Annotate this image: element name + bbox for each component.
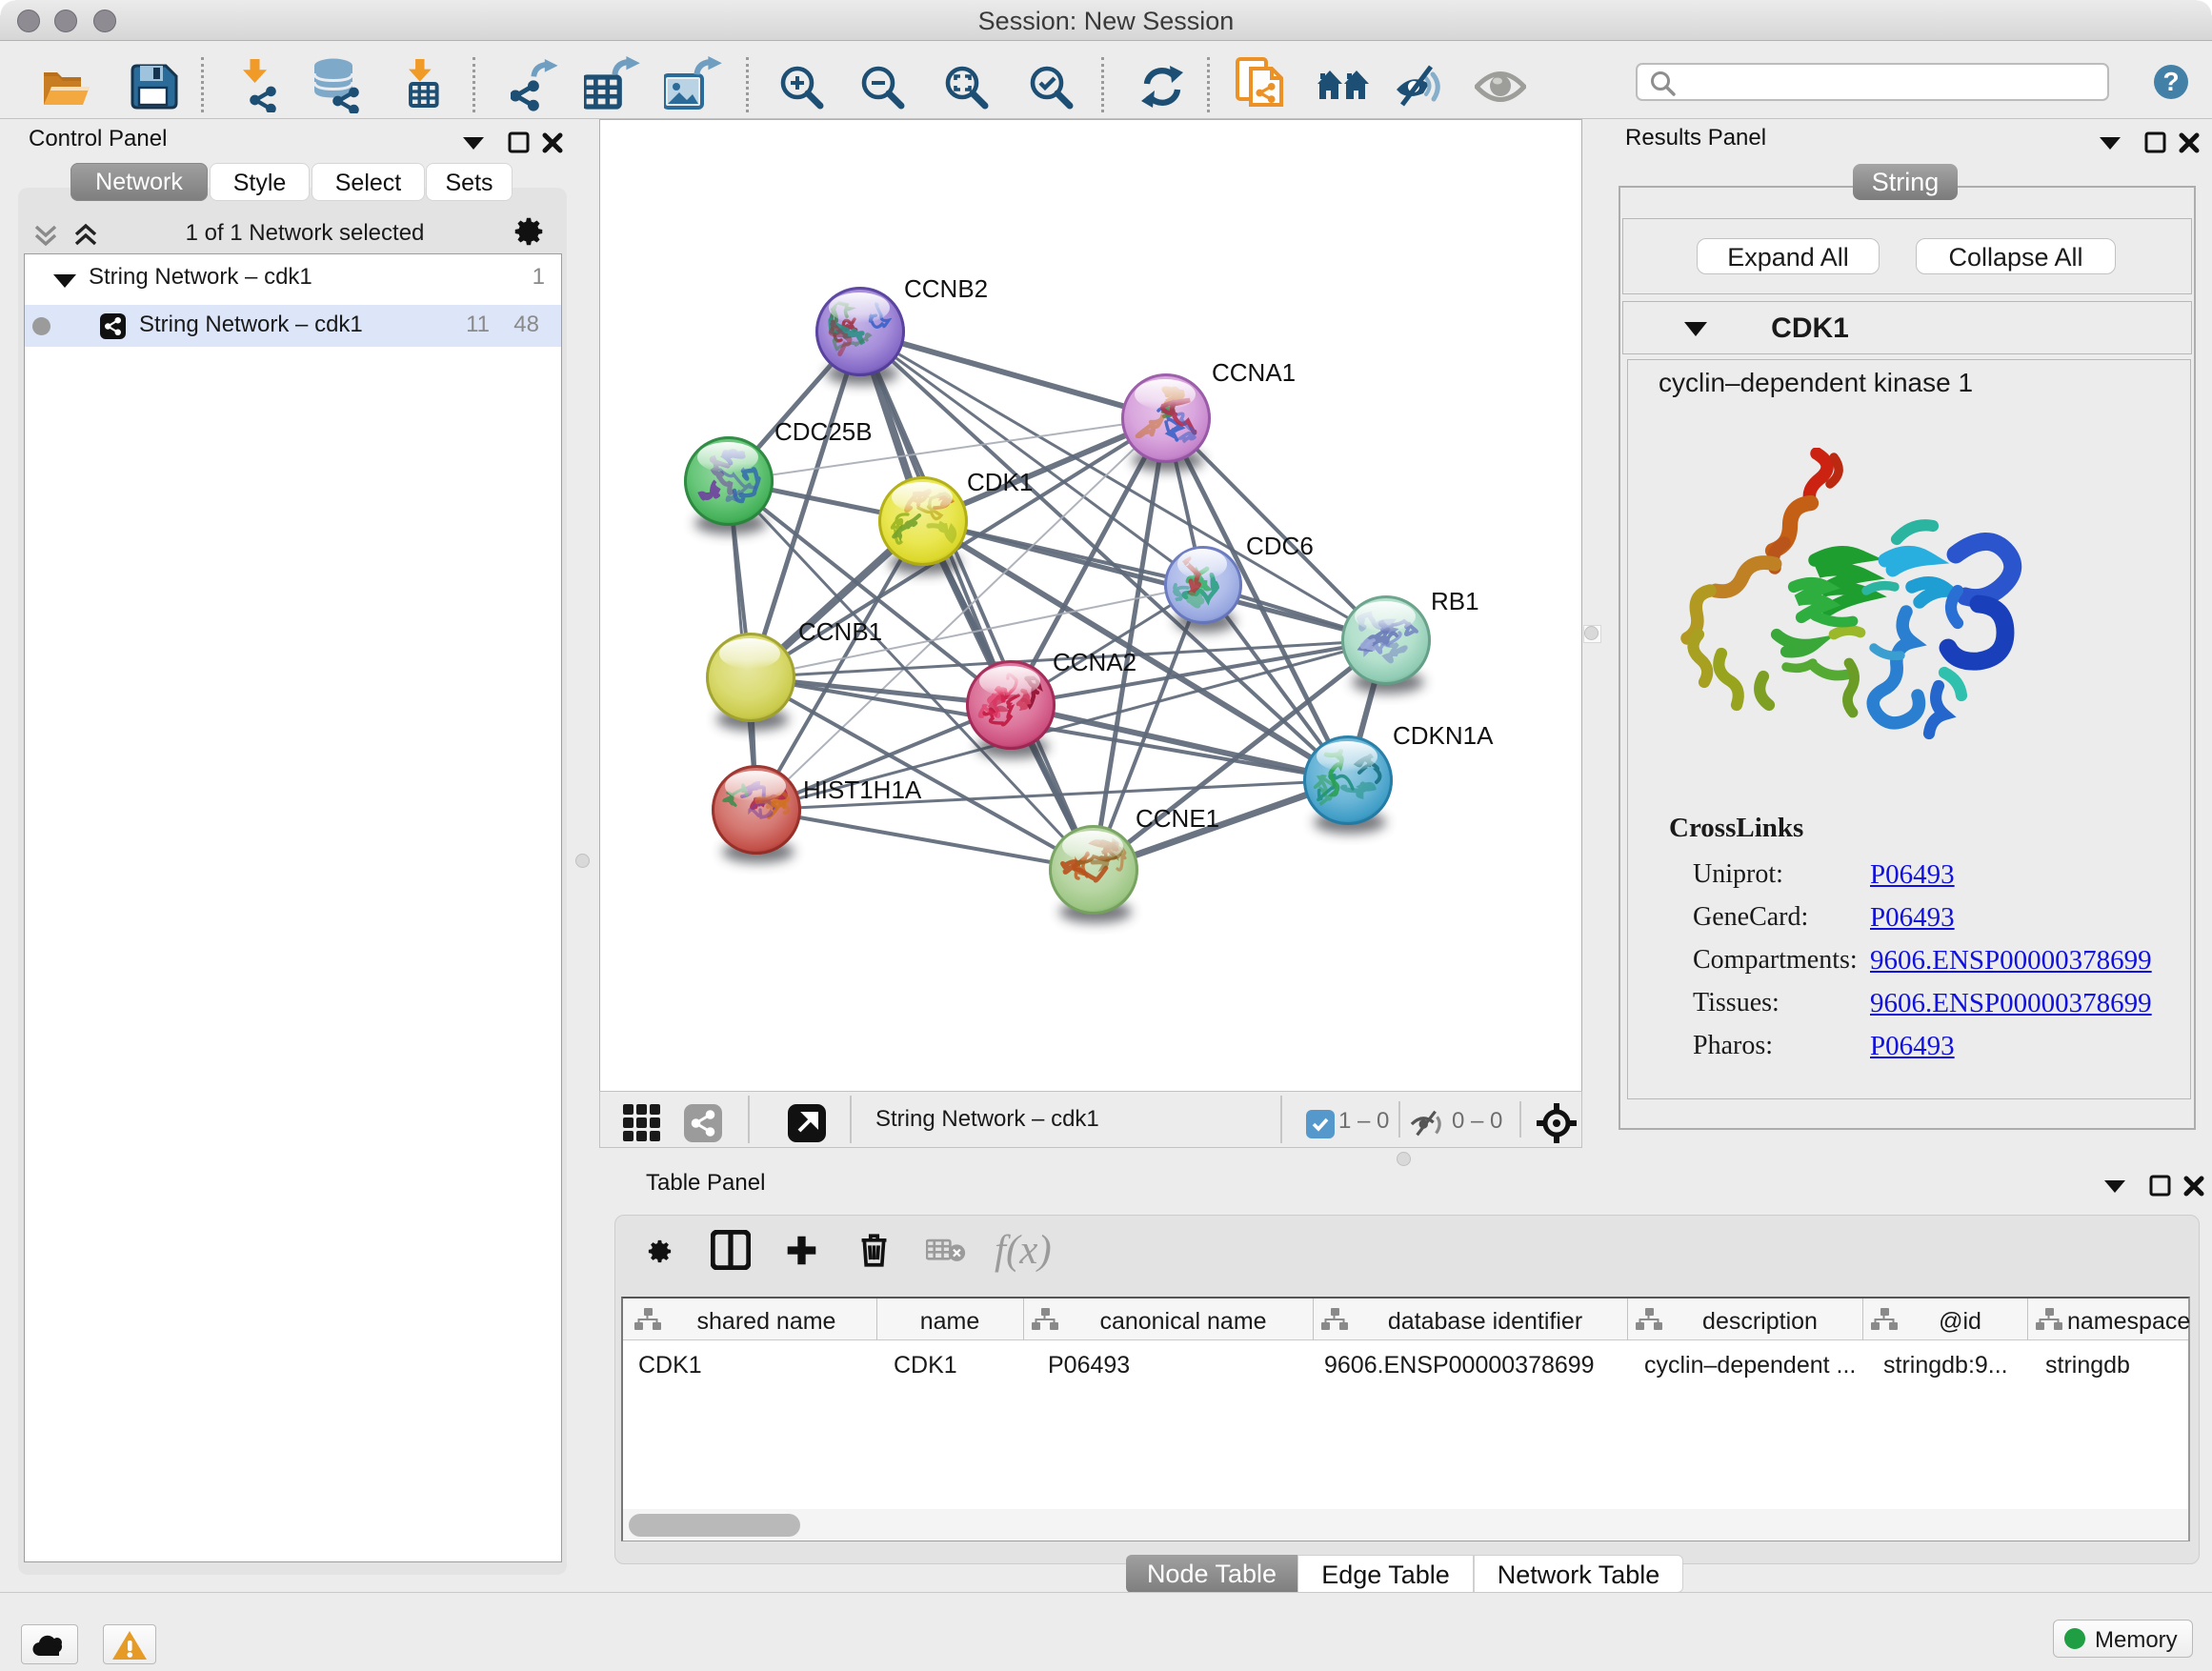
- svg-text:CDK1: CDK1: [967, 468, 1033, 496]
- svg-text:CDC25B: CDC25B: [774, 417, 873, 446]
- svg-text:CDKN1A: CDKN1A: [1393, 721, 1494, 750]
- svg-text:HIST1H1A: HIST1H1A: [803, 775, 922, 804]
- svg-text:RB1: RB1: [1431, 587, 1479, 615]
- svg-text:CCNE1: CCNE1: [1136, 804, 1219, 833]
- svg-text:CCNA1: CCNA1: [1212, 358, 1296, 387]
- svg-text:CCNB1: CCNB1: [798, 617, 882, 646]
- svg-text:CCNB2: CCNB2: [904, 274, 988, 303]
- svg-text:CDC6: CDC6: [1246, 532, 1314, 560]
- svg-text:CCNA2: CCNA2: [1053, 648, 1136, 676]
